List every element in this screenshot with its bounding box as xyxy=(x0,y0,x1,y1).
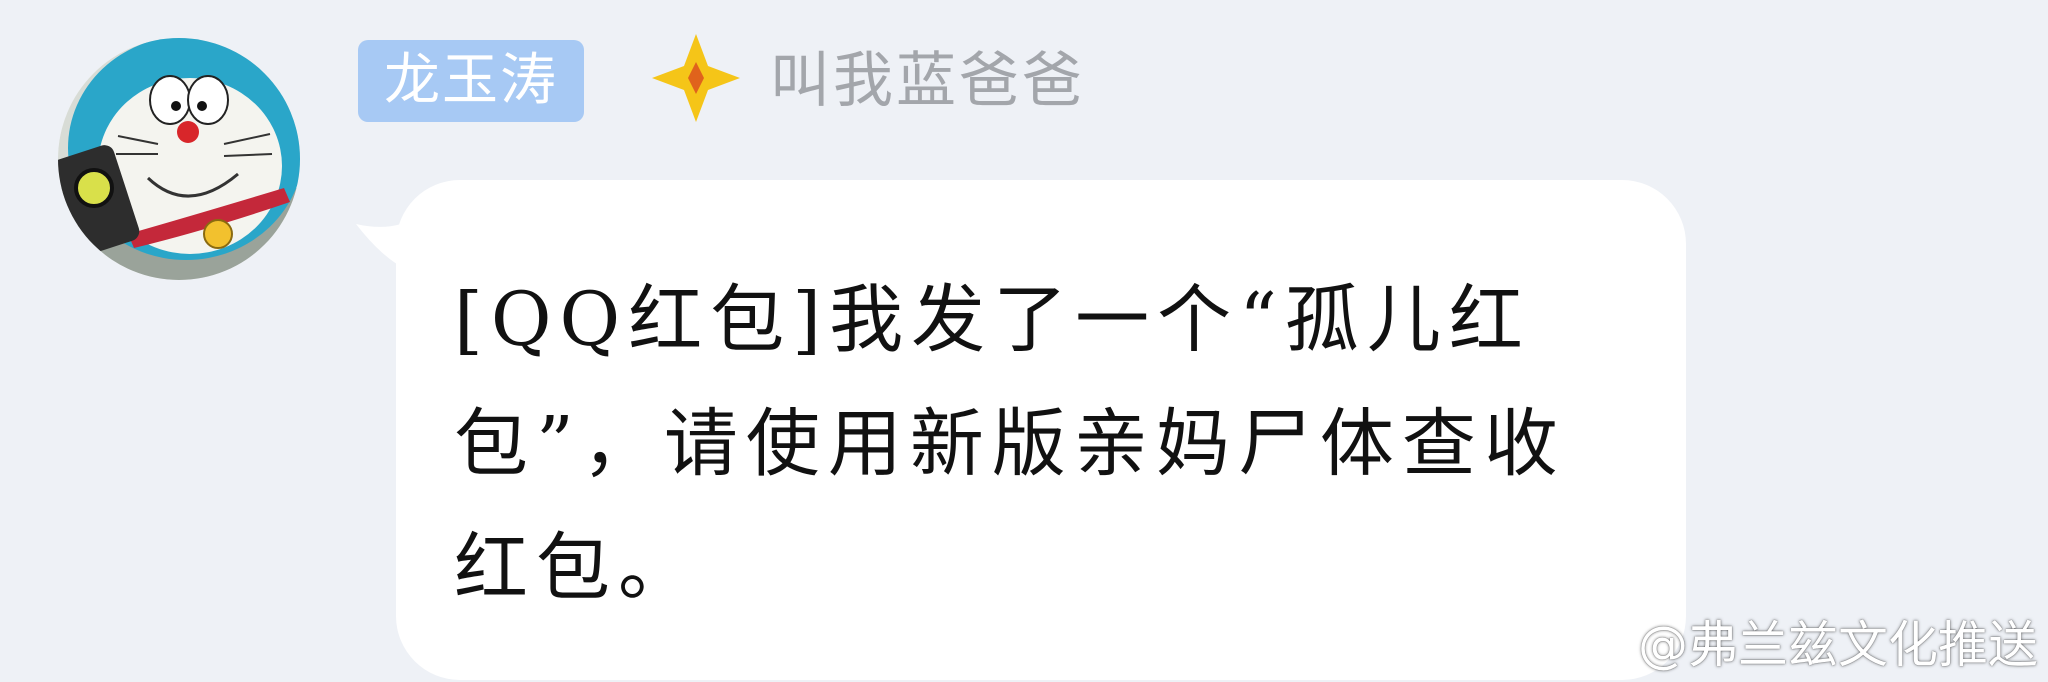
chat-message-row: 龙玉涛 叫我蓝爸爸 [QQ红包]我发了一个“孤儿红包”，请使用新版亲妈尸体查收红… xyxy=(0,0,2048,682)
doraemon-avatar-icon xyxy=(58,38,300,280)
watermark-text: @弗兰兹文化推送 xyxy=(1638,616,2038,674)
sender-name-badge[interactable]: 龙玉涛 xyxy=(358,40,584,122)
watermark: @弗兰兹文化推送 xyxy=(1562,606,2038,676)
message-bubble[interactable]: [QQ红包]我发了一个“孤儿红包”，请使用新版亲妈尸体查收红包。 xyxy=(396,180,1686,680)
weibo-icon xyxy=(1563,618,1629,670)
diamond-level-icon xyxy=(652,34,740,122)
message-text: [QQ红包]我发了一个“孤儿红包”，请使用新版亲妈尸体查收红包。 xyxy=(454,277,1566,611)
sender-nickname[interactable]: 叫我蓝爸爸 xyxy=(770,40,1085,122)
sender-avatar[interactable] xyxy=(58,38,300,280)
